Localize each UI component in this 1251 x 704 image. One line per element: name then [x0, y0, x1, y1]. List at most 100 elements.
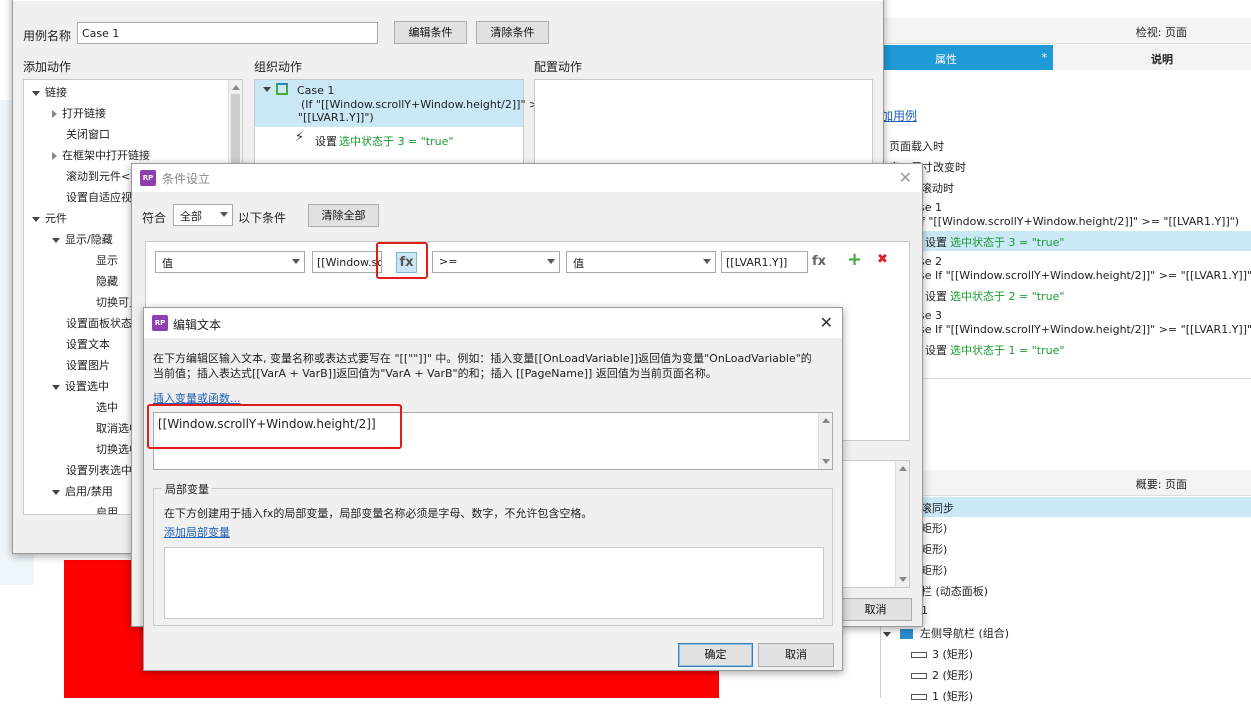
tab-notes-label: 说明	[1151, 53, 1173, 66]
operator-select[interactable]: >=	[432, 251, 560, 273]
tree-item[interactable]: 设置文本	[52, 336, 110, 352]
chevron-down-icon	[547, 259, 555, 264]
edit-condition-button[interactable]: 编辑条件	[394, 21, 467, 44]
tree-item-label: 启用	[96, 506, 118, 515]
tree-item[interactable]: 打开链接	[52, 105, 106, 121]
outline-item-1[interactable]: 滚同步	[921, 500, 954, 516]
cancel-button[interactable]: 取消	[758, 643, 834, 667]
desc-line-1: 在下方编辑区输入文本, 变量名称或表达式要写在 "[[""]]" 中。例如：插入…	[153, 352, 812, 365]
case-cond-line2: "[[LVAR1.Y]]")	[298, 111, 374, 124]
outline-child-2-label: 2 (矩形)	[932, 669, 974, 682]
remove-condition-icon[interactable]: ✖	[877, 252, 888, 267]
configure-action-panel	[534, 79, 873, 169]
condition-cancel-button[interactable]: 取消	[839, 598, 912, 621]
tree-item[interactable]: 选中	[82, 399, 118, 415]
tree-item[interactable]: 元件	[32, 210, 67, 226]
tree-item[interactable]: 启用	[82, 504, 118, 515]
outline-child-1-label: 3 (矩形)	[932, 648, 974, 661]
tree-item[interactable]: 在框架中打开链接	[52, 147, 150, 163]
tab-notes[interactable]: 说明	[1053, 45, 1251, 70]
case-collapse-icon[interactable]	[263, 87, 271, 92]
tree-item[interactable]: 链接	[32, 84, 67, 100]
tree-item[interactable]: 设置面板状态	[52, 315, 132, 331]
highlight-fx-box	[376, 242, 428, 279]
collapse-triangle-icon[interactable]	[883, 631, 891, 637]
tree-item[interactable]: 设置自适应视	[52, 189, 132, 205]
outline-group-row[interactable]: 左侧导航栏 (组合)	[883, 625, 1009, 641]
tree-item[interactable]: 设置选中	[52, 378, 109, 394]
add-case-link[interactable]: 加用例	[881, 107, 917, 124]
tree-item-label: 关闭窗口	[66, 128, 110, 141]
expand-triangle-icon[interactable]	[52, 237, 60, 243]
edit-text-title: 编辑文本	[173, 318, 222, 332]
rectangle-icon	[911, 652, 927, 658]
case-name-input[interactable]: Case 1	[77, 22, 378, 44]
configure-action-title: 配置动作	[534, 60, 583, 74]
left-value-input[interactable]: [[Window.scrollY	[312, 251, 382, 273]
scroll-up-icon[interactable]	[822, 418, 830, 423]
outline-item-2[interactable]: 矩形)	[921, 520, 947, 536]
outline-item-4[interactable]: 矩形)	[921, 562, 947, 578]
outline-header: 概要: 页面	[881, 470, 1251, 496]
local-var-desc: 在下方创建用于插入fx的局部变量，局部变量名称必须是字母、数字，不允许包含空格。	[164, 507, 593, 520]
tree-item-label: 元件	[45, 212, 67, 225]
close-icon[interactable]: ✕	[820, 315, 833, 331]
outline-item-5[interactable]: 栏 (动态面板)	[921, 583, 988, 599]
collapse-triangle-icon[interactable]	[52, 110, 57, 118]
tree-item[interactable]: 设置图片	[52, 357, 110, 373]
description-scrollbar[interactable]	[895, 461, 909, 587]
outline-item-3[interactable]: 矩形)	[921, 541, 947, 557]
chevron-down-icon	[703, 259, 711, 264]
clear-all-button[interactable]: 清除全部	[308, 204, 379, 227]
right-value-input[interactable]: [[LVAR1.Y]]	[721, 251, 808, 273]
outline-child-3[interactable]: 1 (矩形)	[911, 688, 973, 704]
add-condition-icon[interactable]: +	[847, 249, 862, 270]
event-scroll[interactable]: 滚动时	[921, 180, 954, 196]
clear-condition-button[interactable]: 清除条件	[476, 21, 549, 44]
tree-item[interactable]: 启用/禁用	[52, 483, 113, 499]
expand-triangle-icon[interactable]	[32, 216, 40, 222]
tree-item[interactable]: 显示/隐藏	[52, 231, 113, 247]
case-cond-line1: (If "[[Window.scrollY+Window.height/2]]"…	[301, 98, 548, 111]
fx-icon[interactable]: fx	[812, 254, 826, 269]
expand-triangle-icon[interactable]	[52, 489, 60, 495]
scroll-down-icon[interactable]	[899, 577, 907, 582]
right-panel: 检视: 页面 属性 * 说明 加用例 页面载入时 窗口尺寸改变时 滚动时 se …	[880, 0, 1251, 703]
tree-item[interactable]: 关闭窗口	[52, 126, 110, 142]
outline-child-1[interactable]: 3 (矩形)	[911, 646, 973, 662]
tree-item-label: 在框架中打开链接	[62, 149, 150, 162]
tree-item-label: 设置列表选中	[66, 464, 132, 477]
tab-properties[interactable]: 属性 *	[881, 45, 1053, 70]
tree-item-label: 链接	[45, 86, 67, 99]
ok-button[interactable]: 确定	[678, 643, 753, 667]
operator-value: >=	[439, 255, 458, 268]
tree-item-label: 设置文本	[66, 338, 110, 351]
tree-item[interactable]: 显示	[82, 252, 118, 268]
match-select[interactable]: 全部	[173, 204, 233, 226]
tree-item[interactable]: 隐藏	[82, 273, 118, 289]
editor-scrollbar[interactable]	[818, 413, 832, 469]
tree-item-label: 选中	[96, 401, 118, 414]
scroll-up-icon[interactable]	[232, 85, 240, 90]
case-1-action: 选中状态于 3 = "true"	[950, 236, 1065, 249]
scroll-up-icon[interactable]	[899, 466, 907, 471]
tree-item[interactable]: 设置列表选中	[52, 462, 132, 478]
left-type-select[interactable]: 值	[155, 251, 305, 273]
action-text[interactable]: 选中状态于 3 = "true"	[339, 133, 453, 149]
collapse-triangle-icon[interactable]	[52, 152, 57, 160]
scroll-down-icon[interactable]	[822, 459, 830, 464]
close-icon[interactable]: ✕	[899, 170, 912, 186]
event-page-load[interactable]: 页面载入时	[889, 138, 944, 154]
outline-child-2[interactable]: 2 (矩形)	[911, 667, 973, 683]
case-title: Case 1	[297, 84, 335, 97]
local-variable-list[interactable]	[164, 547, 824, 619]
action-prefix[interactable]: 设置	[315, 133, 337, 149]
add-local-var-link[interactable]: 添加局部变量	[164, 524, 230, 540]
expand-triangle-icon[interactable]	[32, 90, 40, 96]
outline-child-3-label: 1 (矩形)	[932, 690, 974, 703]
match-label: 符合	[142, 211, 167, 225]
rectangle-icon	[911, 694, 927, 700]
expand-triangle-icon[interactable]	[52, 384, 60, 390]
tree-item[interactable]: 滚动到元件<锚	[52, 168, 141, 184]
right-type-select[interactable]: 值	[566, 251, 716, 273]
